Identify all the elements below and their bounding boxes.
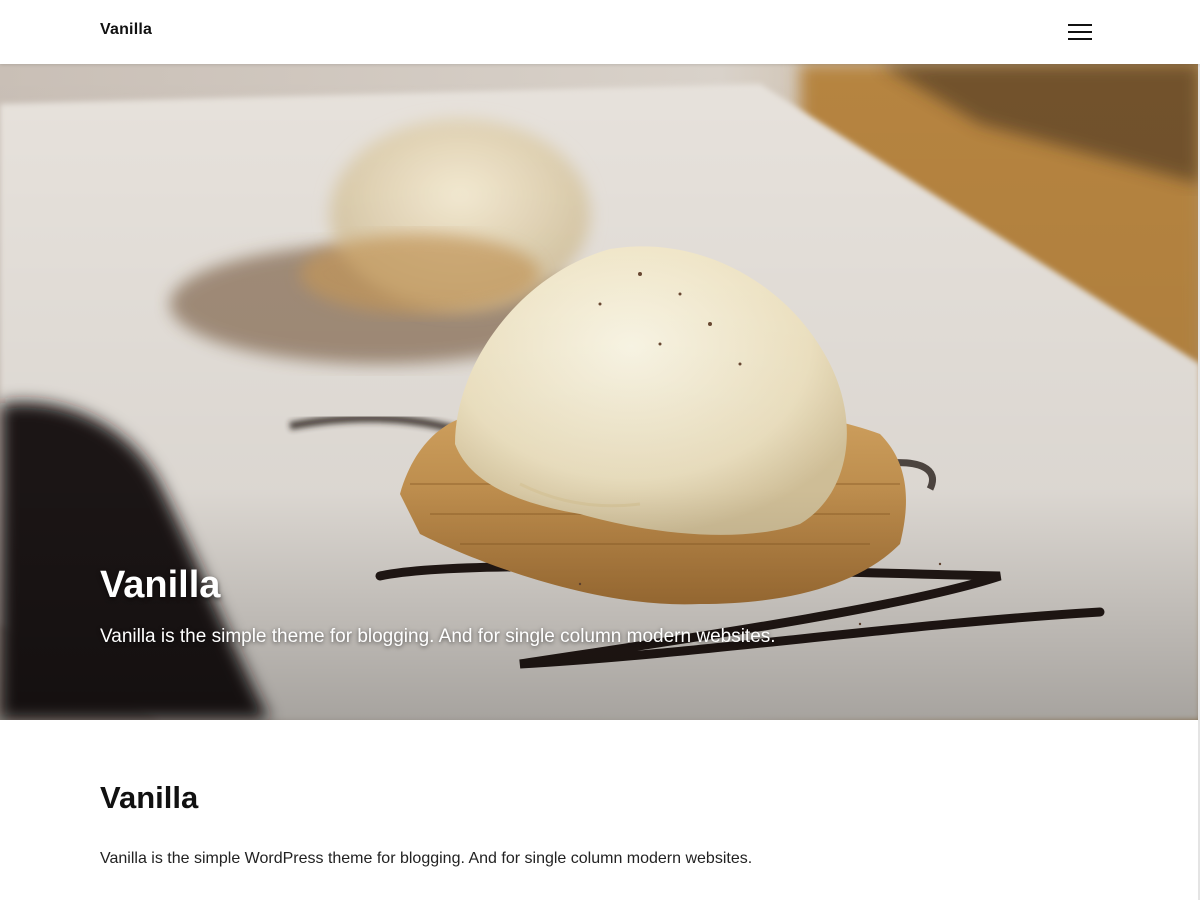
site-header: Vanilla [0,0,1200,64]
hero-image [0,64,1200,720]
menu-bar-bottom [1068,38,1092,40]
hero-title: Vanilla [100,564,221,606]
site-title-link[interactable]: Vanilla [100,21,152,39]
content-text: Vanilla is the simple WordPress theme fo… [100,850,753,867]
content-title: Vanilla [100,780,199,815]
menu-bar-middle [1068,31,1092,33]
hamburger-menu-icon[interactable] [1066,20,1094,44]
main-content: Vanilla Vanilla is the simple WordPress … [100,780,1100,868]
hero-description: Vanilla is the simple theme for blogging… [100,626,776,647]
menu-bar-top [1068,24,1092,26]
hero-banner: Vanilla Vanilla is the simple theme for … [0,64,1200,720]
